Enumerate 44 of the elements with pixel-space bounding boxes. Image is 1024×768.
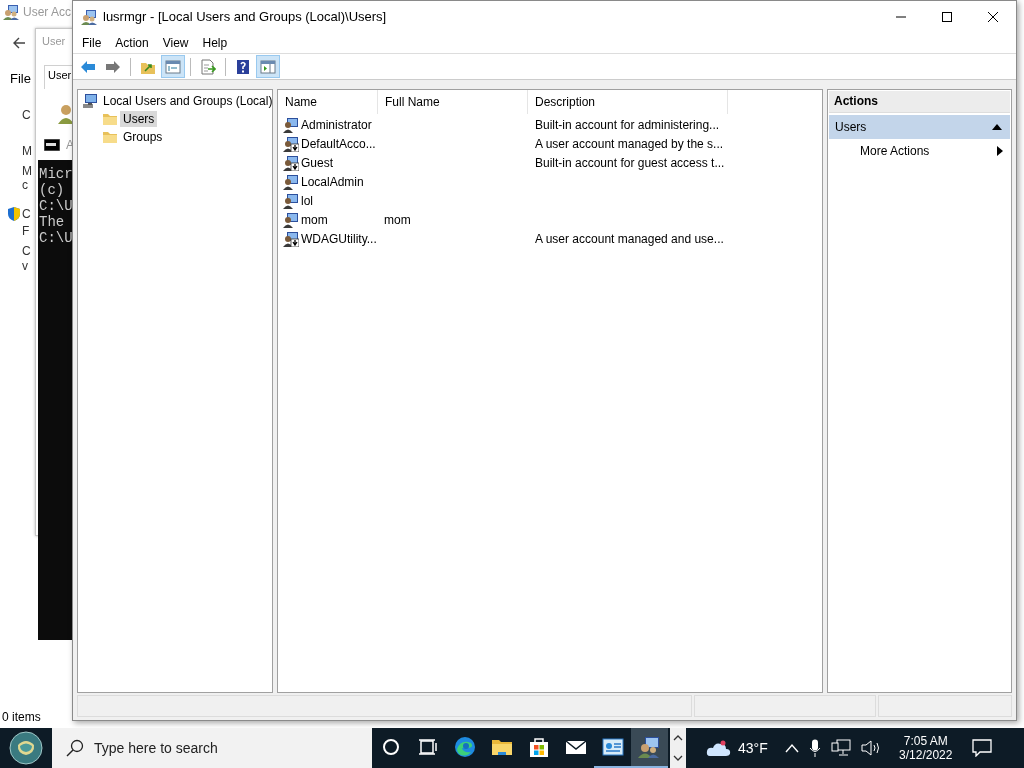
weather-button[interactable]: 43°F [706,738,768,758]
table-cell: Built-in account for administering... [535,117,720,132]
console-text: C:\U [39,230,74,246]
text-fragment: F [22,224,30,238]
column-header[interactable]: Name [278,90,378,114]
text-fragment: C [22,108,31,122]
menu-item[interactable]: Help [195,33,235,52]
clock[interactable]: 7:05 AM 3/12/2022 [893,734,958,762]
search-box[interactable]: Type here to search [52,728,372,768]
text-fragment: v [22,259,28,273]
column-header[interactable]: Description [528,90,728,114]
menu-item[interactable]: File [10,71,31,86]
text-fragment: C [22,244,31,258]
search-field[interactable]: Type here to search [94,738,354,758]
console-text: C:\U [39,198,74,214]
menu-item[interactable]: File [75,33,109,52]
text-fragment: c [22,178,28,192]
tree-item[interactable]: Users [120,111,158,127]
table-cell[interactable]: LocalAdmin [301,174,364,189]
window-title: User Acc [23,5,71,19]
console-text: (c) [39,182,66,198]
status-text: 0 items [2,710,41,724]
text-fragment: M [22,144,32,158]
table-cell: A user account managed by the s... [535,136,724,151]
console-text: The [39,214,66,230]
text-fragment: M [22,164,32,178]
table-cell: A user account managed and use... [535,231,724,246]
section-header[interactable]: Users [829,115,1010,139]
menu-item[interactable]: View [155,33,196,52]
tree-item[interactable]: Local Users and Groups (Local) [100,93,276,109]
tree-item[interactable]: Groups [120,129,166,145]
text-fragment: C [22,207,31,221]
table-cell[interactable]: mom [301,212,328,227]
console-text: Micr [39,166,74,182]
window-title: lusrmgr - [Local Users and Groups (Local)\Users] [103,9,388,24]
table-cell: mom [384,212,411,227]
table-cell: Built-in account for guest access t... [535,155,725,170]
table-cell[interactable]: lol [301,193,313,208]
window-title: User [42,35,66,47]
menu-item[interactable]: Action [108,33,156,52]
pane-header: Actions [829,91,1010,113]
column-header[interactable]: Full Name [378,90,528,114]
action-link[interactable]: More Actions [829,139,1010,163]
table-cell[interactable]: Administrator [301,117,372,132]
